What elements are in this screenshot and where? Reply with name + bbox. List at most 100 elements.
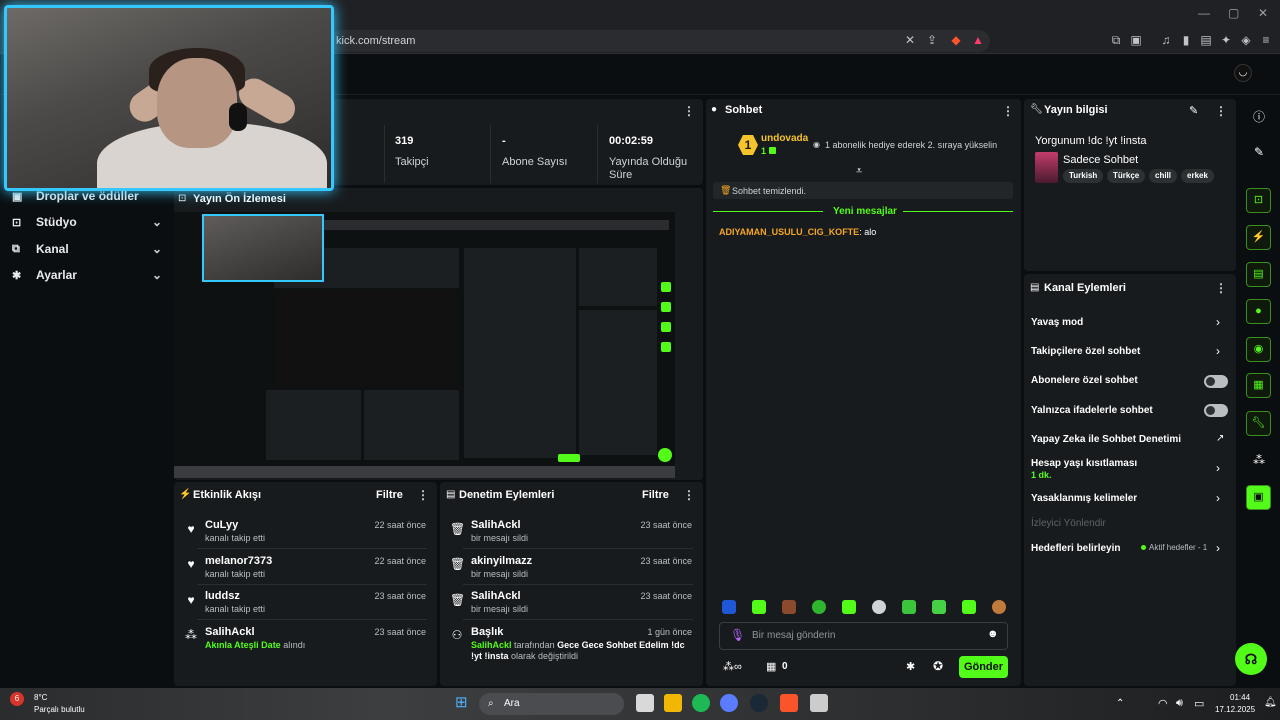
moderation-user[interactable]: SalihAckl [471, 519, 521, 531]
activity-menu-icon[interactable]: ⋮ [417, 488, 429, 502]
spotify-icon[interactable] [692, 694, 710, 712]
chevron-right-icon[interactable]: › [1216, 344, 1220, 358]
activity-user[interactable]: melanor7373 [205, 555, 272, 567]
activity-user[interactable]: luddsz [205, 590, 240, 602]
pencil-icon[interactable]: ✎ [1251, 145, 1267, 159]
subscribers-only-toggle[interactable] [1204, 375, 1228, 388]
channel-actions-menu-icon[interactable]: ⋮ [1215, 281, 1227, 295]
gift-prompt[interactable]: 1 abonelik hediye ederek 2. sıraya yükse… [825, 140, 997, 150]
gear-icon[interactable]: ✱ [906, 660, 915, 673]
emote-icon[interactable] [902, 600, 916, 614]
mod-tools-icon[interactable]: ✪ [933, 659, 943, 673]
battery-icon[interactable]: ▭ [1194, 697, 1204, 710]
emote-icon[interactable] [932, 600, 946, 614]
brave-rewards-icon[interactable]: ▲ [970, 32, 986, 48]
weather-temp[interactable]: 8°C [34, 693, 47, 702]
stream-tag[interactable]: chill [1149, 169, 1178, 183]
screenshot-icon[interactable]: ▣ [1128, 32, 1144, 48]
taskbar-search-label[interactable]: Ara [504, 698, 520, 709]
send-button[interactable]: Gönder [959, 656, 1008, 678]
wrench-button[interactable]: 🔧︎ [1246, 411, 1271, 436]
microphone-icon[interactable]: 🎙︎ [730, 628, 745, 642]
chat-menu-icon[interactable]: ⋮ [1002, 104, 1014, 118]
browser-menu-icon[interactable]: ≡ [1258, 32, 1274, 48]
file-explorer-icon[interactable] [664, 694, 682, 712]
chevron-up-icon[interactable]: ⌃ [1116, 698, 1124, 709]
preview-toggle-button[interactable]: ⊡ [1246, 188, 1271, 213]
chat-placeholder[interactable]: Bir mesaj gönderin [752, 630, 835, 641]
mute-icon[interactable]: ✕ [902, 32, 918, 48]
ai-moderation-action[interactable]: Yapay Zeka ile Sohbet Denetimi [1031, 434, 1181, 445]
points-icon[interactable]: ⁂∞ [723, 660, 742, 673]
stream-tag[interactable]: erkek [1181, 169, 1214, 183]
sidebar-item-settings[interactable]: ✱ Ayarlar ⌄ [12, 265, 162, 285]
activity-filter-button[interactable]: Filtre [376, 489, 403, 501]
category-button[interactable]: ▣ [1246, 485, 1271, 510]
app-icon[interactable] [810, 694, 828, 712]
broadcast-button[interactable]: ◉ [1246, 337, 1271, 362]
points-icon[interactable]: ⁂ [1251, 453, 1267, 467]
chevron-right-icon[interactable]: › [1216, 315, 1220, 329]
emote-icon[interactable] [722, 600, 736, 614]
chevron-right-icon[interactable]: › [1216, 461, 1220, 475]
minimize-button[interactable]: — [1198, 6, 1210, 20]
stream-tag[interactable]: Turkish [1063, 169, 1104, 183]
category-name[interactable]: Sadece Sohbet [1063, 154, 1138, 166]
followers-only-action[interactable]: Takipçilere özel sohbet [1031, 346, 1140, 357]
emote-icon[interactable] [782, 600, 796, 614]
emote-only-toggle[interactable] [1204, 404, 1228, 417]
clock-time[interactable]: 01:44 [1230, 693, 1250, 702]
notifications-icon[interactable]: 🔔︎ [1264, 697, 1277, 708]
chat-button[interactable]: ● [1246, 299, 1271, 324]
maximize-button[interactable]: ▢ [1228, 6, 1239, 20]
sidebar-item-channel[interactable]: ⧉ Kanal ⌄ [12, 239, 162, 259]
lightning-button[interactable]: ⚡ [1246, 225, 1271, 250]
activity-user[interactable]: CuLyy [205, 519, 238, 531]
stream-preview[interactable] [174, 212, 675, 478]
task-view-icon[interactable] [636, 694, 654, 712]
ai-icon[interactable]: ✦ [1218, 32, 1234, 48]
slow-mode-action[interactable]: Yavaş mod [1031, 317, 1083, 328]
address-bar[interactable] [330, 30, 990, 52]
stream-info-menu-icon[interactable]: ⋮ [1215, 104, 1227, 118]
category-thumbnail[interactable] [1035, 152, 1058, 183]
vpn-icon[interactable]: ◈ [1238, 32, 1254, 48]
document-button[interactable]: ▤ [1246, 262, 1271, 287]
banned-words-action[interactable]: Yasaklanmış kelimeler [1031, 493, 1137, 504]
wallet-icon[interactable]: ▤ [1198, 32, 1214, 48]
account-age-action[interactable]: Hesap yaşı kısıtlaması [1031, 458, 1137, 469]
leaderboard-user[interactable]: undovada [761, 133, 808, 144]
chevron-right-icon[interactable]: › [1216, 491, 1220, 505]
moderation-filter-button[interactable]: Filtre [642, 489, 669, 501]
windows-start-icon[interactable]: ⊞ [455, 695, 471, 711]
edit-icon[interactable]: ✎ [1189, 104, 1198, 117]
sidebar-toggle-icon[interactable]: ▮ [1178, 32, 1194, 48]
volume-icon[interactable]: 🔊︎ [1176, 697, 1183, 710]
address-bar-url[interactable]: kick.com/stream [336, 35, 415, 47]
goals-action[interactable]: Hedefleri belirleyin [1031, 543, 1120, 554]
clock-date[interactable]: 17.12.2025 [1215, 705, 1255, 714]
sidebar-item-studio[interactable]: ⊡ Stüdyo ⌄ [12, 212, 162, 232]
stream-tag[interactable]: Türkçe [1107, 169, 1146, 183]
music-icon[interactable]: ♫ [1158, 32, 1174, 48]
stats-menu-icon[interactable]: ⋮ [683, 104, 695, 118]
expand-icon[interactable]: ⩡ [856, 165, 862, 178]
taskbar-search[interactable] [479, 693, 624, 715]
brave-shield-icon[interactable]: ◆ [948, 32, 964, 48]
actions-button[interactable]: ▦ [1246, 373, 1271, 398]
user-avatar[interactable]: ◡ [1234, 64, 1252, 82]
info-icon[interactable]: ⓘ [1251, 108, 1267, 125]
activity-user[interactable]: SalihAckl [205, 626, 255, 638]
help-button[interactable]: ☊ [1235, 643, 1267, 675]
app-icon[interactable] [720, 694, 738, 712]
chat-username[interactable]: ADIYAMAN_USULU_CIG_KOFTE [719, 227, 859, 237]
emoji-icon[interactable]: ☻ [987, 628, 999, 640]
emote-icon[interactable] [962, 600, 976, 614]
emote-icon[interactable] [752, 600, 766, 614]
emote-icon[interactable] [992, 600, 1006, 614]
extensions-icon[interactable]: ⧉ [1108, 32, 1124, 48]
emote-icon[interactable] [842, 600, 856, 614]
brave-icon[interactable] [780, 694, 798, 712]
moderation-menu-icon[interactable]: ⋮ [683, 488, 695, 502]
chevron-right-icon[interactable]: › [1216, 541, 1220, 555]
